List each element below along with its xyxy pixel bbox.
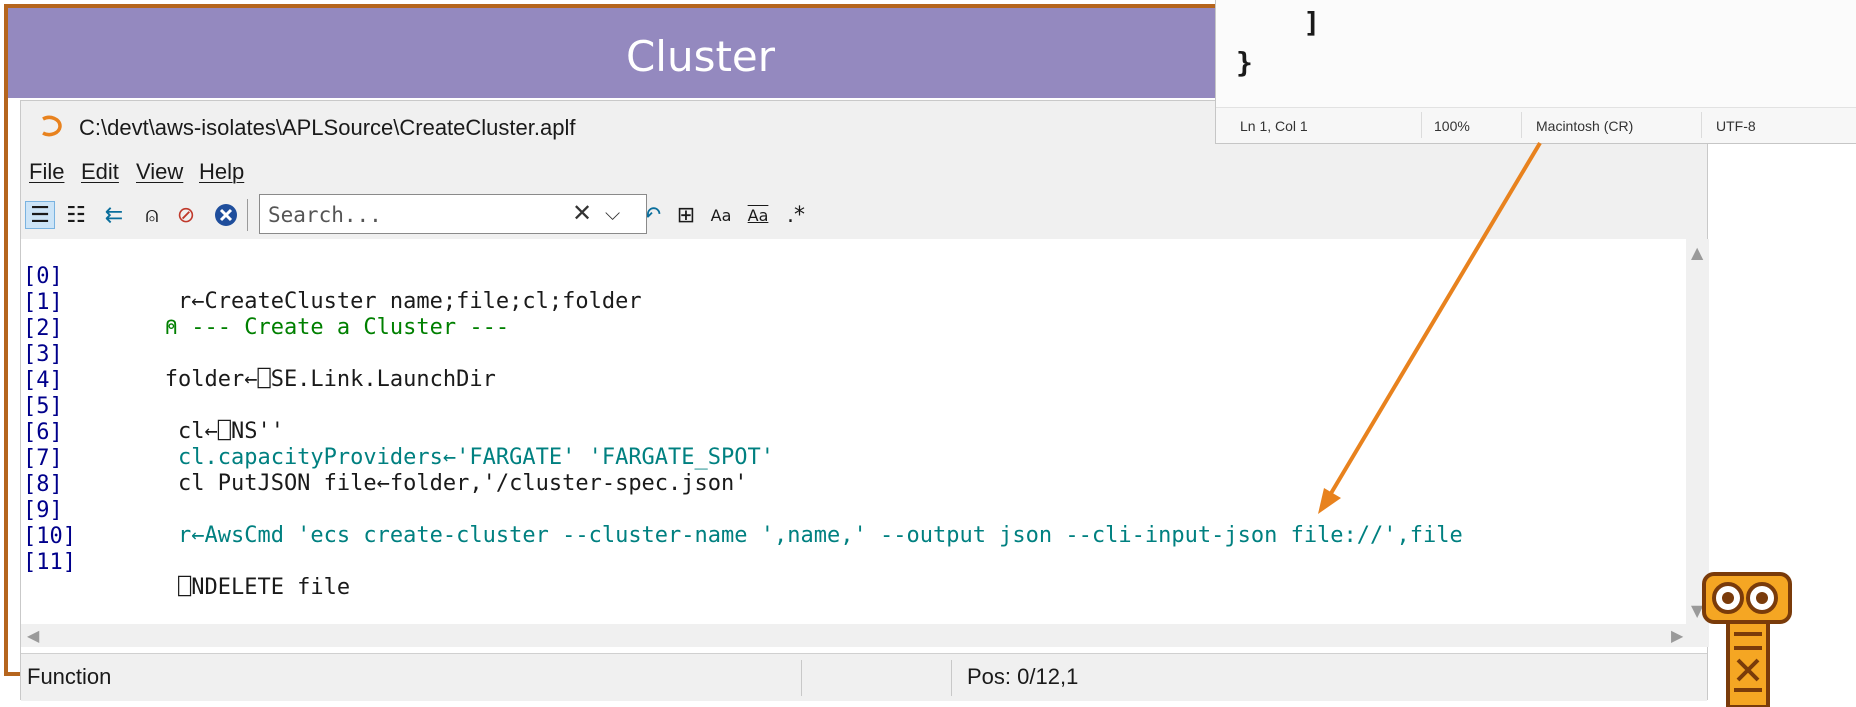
status-bar: Function Pos: 0/12,1 (21, 653, 1707, 701)
match-case-icon[interactable]: Aa (706, 201, 736, 229)
code-text: r←AwsCmd 'ecs create-cluster --cluster-n… (125, 523, 1463, 548)
code-text: folder←⎕SE.Link.LaunchDir (125, 367, 496, 392)
dyalog-logo-icon (1702, 572, 1792, 707)
menu-bar: File Edit View Help (21, 151, 1707, 191)
code-text: ⎕NDELETE file (125, 575, 351, 600)
unlock-icon[interactable]: ⊘ (171, 201, 201, 229)
window-title: C:\devt\aws-isolates\APLSource\CreateClu… (79, 115, 576, 140)
status-divider (1521, 112, 1522, 138)
search-box[interactable]: ✕ ⌵ (259, 194, 647, 234)
slide-title: Cluster (625, 32, 776, 81)
dyalog-app-icon (42, 115, 62, 137)
ordered-list-icon[interactable]: ☰ (25, 201, 55, 229)
clear-search-icon[interactable]: ✕ (572, 199, 592, 227)
notepad-encoding: UTF-8 (1716, 118, 1756, 134)
expand-box-icon[interactable]: ⊞ (672, 201, 700, 229)
scroll-right-icon[interactable]: ▶ (1671, 626, 1683, 645)
notepad-status-bar: Ln 1, Col 1 100% Macintosh (CR) UTF-8 (1216, 107, 1856, 143)
regex-icon[interactable]: .* (781, 201, 811, 229)
toolbar-separator (247, 199, 248, 231)
status-divider (951, 660, 952, 696)
code-text: r←CreateCluster name;file;cl;folder (125, 289, 642, 314)
code-comment: ⍝ --- Create a Cluster --- (125, 315, 510, 340)
status-divider (1421, 112, 1422, 138)
code-editor[interactable]: [0] r←CreateCluster name;file;cl;folder … (21, 239, 1684, 624)
notepad-line: } (1236, 46, 1253, 79)
chevron-down-icon[interactable]: ⌵ (605, 201, 620, 225)
unordered-list-icon[interactable]: ☷ (61, 201, 91, 229)
editor-window: C:\devt\aws-isolates\APLSource\CreateClu… (20, 100, 1709, 701)
whole-word-icon[interactable]: Aa (743, 201, 773, 229)
notepad-line: ] (1236, 6, 1321, 39)
notepad-line-ending: Macintosh (CR) (1536, 118, 1634, 134)
notepad-text[interactable]: ]} (1236, 3, 1320, 83)
status-divider (1701, 112, 1702, 138)
notepad-zoom: 100% (1434, 118, 1470, 134)
bookmark-icon[interactable]: ⍝ (137, 201, 167, 229)
status-divider (801, 660, 802, 696)
vertical-scrollbar[interactable]: ▲ ▼ (1686, 239, 1709, 624)
back-arrow-icon[interactable]: ⇇ (99, 201, 129, 229)
status-mode: Function (27, 664, 112, 689)
close-circle-icon[interactable] (211, 201, 241, 229)
search-input[interactable] (266, 201, 570, 229)
menu-help[interactable]: Help (199, 159, 244, 185)
scroll-up-icon[interactable]: ▲ (1691, 243, 1703, 262)
horizontal-scrollbar[interactable]: ◀ ▶ (21, 624, 1709, 647)
notepad-cursor-pos: Ln 1, Col 1 (1240, 118, 1308, 134)
status-position: Pos: 0/12,1 (967, 664, 1079, 689)
menu-view[interactable]: View (136, 159, 183, 185)
code-text: cl PutJSON file←folder,'/cluster-spec.js… (125, 471, 748, 496)
menu-edit[interactable]: Edit (81, 159, 119, 185)
code-text: cl←⎕NS'' (125, 419, 284, 444)
line-number: [11] (23, 550, 76, 575)
code-text: cl.capacityProviders←'FARGATE' 'FARGATE_… (125, 445, 775, 470)
notepad-window: ]} Ln 1, Col 1 100% Macintosh (CR) UTF-8 (1215, 0, 1856, 144)
menu-file[interactable]: File (29, 159, 64, 185)
code-line: [11] ⎕NDELETE file (21, 525, 350, 600)
scroll-left-icon[interactable]: ◀ (27, 626, 39, 645)
